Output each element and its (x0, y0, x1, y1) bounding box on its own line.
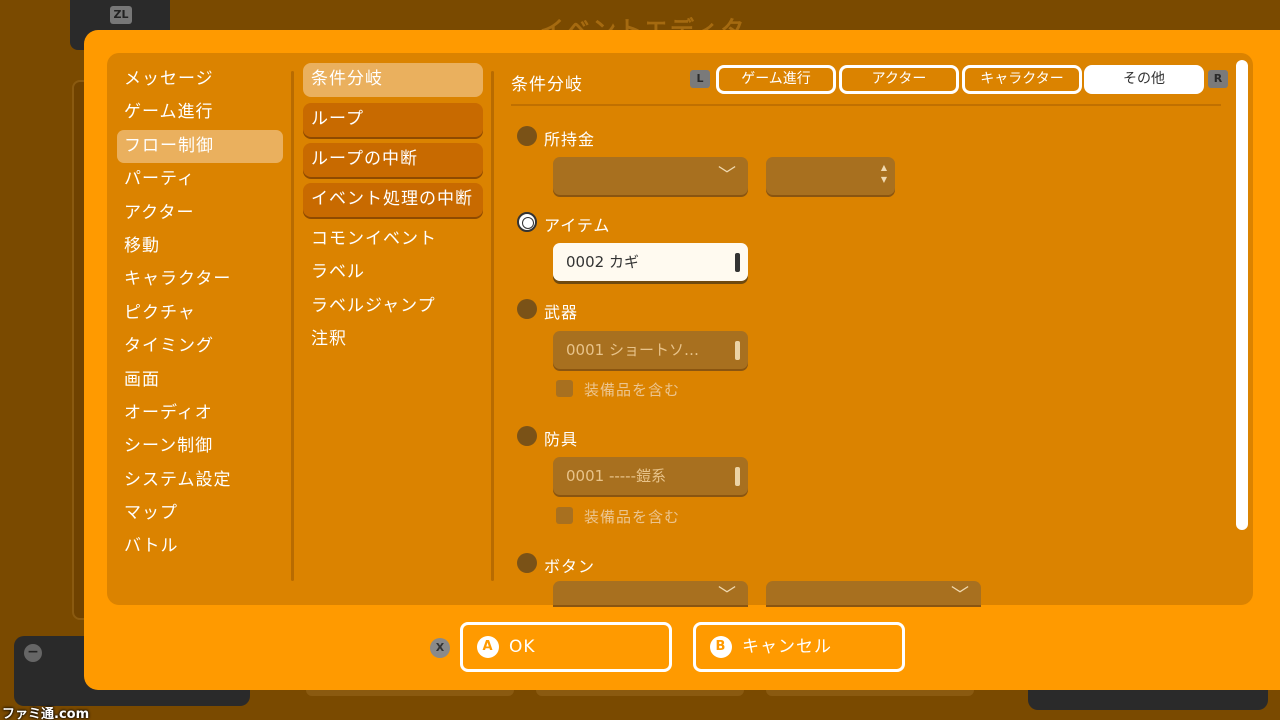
category-item[interactable]: タイミング (117, 330, 283, 363)
ok-label: OK (509, 637, 536, 657)
category-item[interactable]: 移動 (117, 230, 283, 263)
category-item[interactable]: アクター (117, 197, 283, 230)
scrollbar[interactable] (1236, 60, 1248, 530)
dialog-content: メッセージ ゲーム進行 フロー制御 パーティ アクター 移動 キャラクター ピク… (107, 53, 1253, 606)
category-item[interactable]: メッセージ (117, 63, 283, 96)
l-key-icon: L (690, 70, 710, 88)
category-item[interactable]: システム設定 (117, 464, 283, 497)
command-item[interactable]: コモンイベント (303, 223, 483, 256)
armor-label: 防具 (544, 430, 579, 449)
command-item[interactable]: イベント処理の中断 (303, 183, 483, 217)
category-item[interactable]: バトル (117, 530, 283, 563)
a-key-icon: A (477, 636, 499, 658)
category-list: メッセージ ゲーム進行 フロー制御 パーティ アクター 移動 キャラクター ピク… (117, 63, 283, 564)
selector-bar-icon (735, 341, 740, 360)
money-operator-dropdown[interactable]: ﹀ (553, 157, 748, 195)
armor-include-equipped-checkbox[interactable] (556, 507, 573, 524)
item-select-field[interactable]: 0002 カギ (553, 243, 748, 281)
button-radio[interactable] (517, 553, 537, 573)
cancel-button[interactable]: B キャンセル (693, 622, 905, 672)
r-key-icon: R (1208, 70, 1228, 88)
tab-actor[interactable]: アクター (839, 65, 959, 94)
armor-include-equipped-label: 装備品を含む (584, 508, 681, 526)
category-item[interactable]: オーディオ (117, 397, 283, 430)
category-item[interactable]: パーティ (117, 163, 283, 196)
chevron-down-icon: ﹀ (718, 165, 736, 186)
armor-value: 0001 -----鎧系 (566, 467, 667, 485)
zl-key-icon: ZL (110, 6, 132, 24)
command-item-selected[interactable]: 条件分岐 (303, 63, 483, 97)
category-item[interactable]: 画面 (117, 364, 283, 397)
category-item[interactable]: キャラクター (117, 263, 283, 296)
watermark: ファミ通.com (2, 707, 90, 720)
b-key-icon: B (710, 636, 732, 658)
chevron-down-icon: ﹀ (951, 585, 969, 606)
stepper-arrows-icon: ▲ ▼ (880, 163, 887, 184)
command-list: 条件分岐 ループ ループの中断 イベント処理の中断 コモンイベント ラベル ラベ… (303, 63, 483, 357)
armor-select-field[interactable]: 0001 -----鎧系 (553, 457, 748, 495)
item-value: 0002 カギ (566, 253, 639, 271)
money-label: 所持金 (544, 130, 596, 149)
chevron-down-icon: ﹀ (718, 585, 736, 606)
button-state-dropdown[interactable]: ﹀ (766, 581, 981, 606)
column-divider (291, 71, 294, 581)
command-item[interactable]: ループ (303, 103, 483, 137)
selector-bar-icon (735, 253, 740, 272)
weapon-value: 0001 ショートソ… (566, 341, 699, 359)
selector-bar-icon (735, 467, 740, 486)
category-item[interactable]: ピクチャ (117, 297, 283, 330)
weapon-radio[interactable] (517, 299, 537, 319)
command-item[interactable]: ループの中断 (303, 143, 483, 177)
command-dialog: メッセージ ゲーム進行 フロー制御 パーティ アクター 移動 キャラクター ピク… (84, 30, 1280, 690)
category-item-active[interactable]: フロー制御 (117, 129, 283, 164)
command-item[interactable]: ラベルジャンプ (303, 290, 483, 323)
category-item[interactable]: ゲーム進行 (117, 96, 283, 129)
panel-title: 条件分岐 (511, 75, 583, 95)
x-key-icon: X (430, 638, 450, 658)
ok-button[interactable]: A OK (460, 622, 672, 672)
category-item[interactable]: マップ (117, 497, 283, 530)
weapon-label: 武器 (544, 303, 579, 322)
minus-key-icon: − (24, 644, 42, 662)
weapon-include-equipped-label: 装備品を含む (584, 381, 681, 399)
command-item[interactable]: ラベル (303, 256, 483, 289)
panel-divider (511, 104, 1221, 106)
category-item[interactable]: シーン制御 (117, 430, 283, 463)
cancel-label: キャンセル (742, 637, 832, 657)
button-label: ボタン (544, 557, 596, 576)
item-label: アイテム (544, 216, 611, 235)
column-divider (491, 71, 494, 581)
button-select-dropdown[interactable]: ﹀ (553, 581, 748, 606)
armor-radio[interactable] (517, 426, 537, 446)
weapon-include-equipped-checkbox[interactable] (556, 380, 573, 397)
money-amount-stepper[interactable]: ▲ ▼ (766, 157, 895, 195)
tab-game-progress[interactable]: ゲーム進行 (716, 65, 836, 94)
weapon-select-field[interactable]: 0001 ショートソ… (553, 331, 748, 369)
command-item[interactable]: 注釈 (303, 323, 483, 356)
item-radio[interactable] (517, 212, 537, 232)
tab-other[interactable]: その他 (1084, 65, 1204, 94)
tab-character[interactable]: キャラクター (962, 65, 1082, 94)
money-radio[interactable] (517, 126, 537, 146)
